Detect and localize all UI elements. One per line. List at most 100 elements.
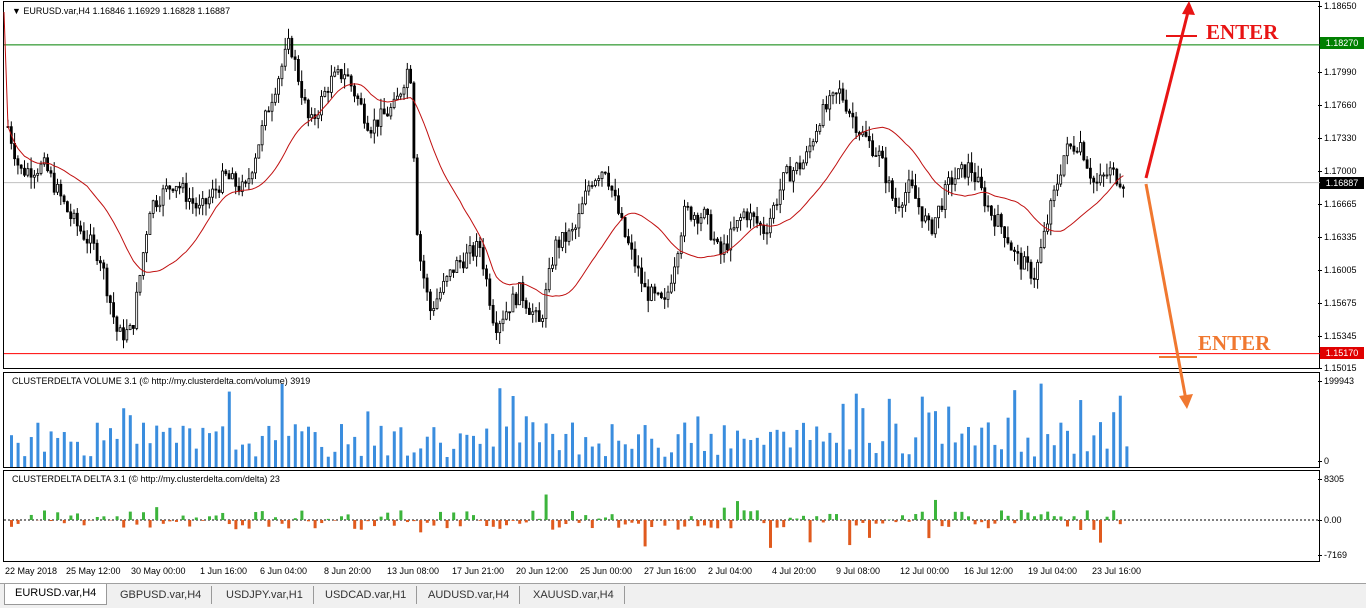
candle-body [1060,175,1062,184]
volume-bar [690,443,693,467]
candle-body [938,206,940,218]
candle-body [614,190,616,196]
delta-bar [353,520,356,529]
delta-bar [347,514,350,520]
tab-eurusd-h4[interactable]: EURUSD.var,H4 [4,584,107,605]
volume-bar [1020,452,1023,467]
delta-bar [63,520,66,523]
candle-body [264,111,266,126]
delta-bar [901,515,904,520]
volume-bar [1007,418,1010,467]
delta-bar [300,511,303,520]
volume-bar [472,436,475,467]
candle-body [1093,178,1095,182]
volume-bar [208,433,211,467]
candle-body [872,141,874,156]
candle-body [456,260,458,272]
delta-bar [921,512,924,520]
tab-audusd-h4[interactable]: AUDUSD.var,H4 [418,586,520,604]
candle-body [370,130,372,133]
candle-body [1027,257,1029,263]
volume-bar [23,456,26,467]
candle-body [1083,143,1085,160]
candle-body [373,120,375,133]
volume-bar [465,435,468,467]
delta-bar [1059,516,1062,520]
volume-bar [670,452,673,467]
candle-body [63,196,65,202]
candle-body [429,292,431,311]
candle-body [96,243,98,260]
tab-gbpusd-h4[interactable]: GBPUSD.var,H4 [110,586,212,604]
delta-bar [828,514,831,520]
delta-bar [815,516,818,520]
tab-usdcad-h1[interactable]: USDCAD.var,H1 [315,586,417,604]
volume-bar [116,439,119,467]
candle-body [667,292,669,299]
candle-body [486,269,488,279]
time-axis: 22 May 201825 May 12:0030 May 00:001 Jun… [0,563,1320,579]
candle-body [750,213,752,220]
candle-body [225,171,227,174]
delta-bar [525,520,528,522]
candle-body [552,265,554,268]
volume-bar [710,434,713,467]
candle-body [357,96,359,99]
volume-bar [347,444,350,467]
candle-body [156,201,158,207]
candle-body [304,97,306,100]
delta-bar [967,516,970,520]
candle-body [898,207,900,208]
volume-bar [386,455,389,467]
volume-bar [822,442,825,467]
candle-body [136,292,138,328]
candle-body [33,175,35,177]
candle-body [436,299,438,309]
candle-body [152,201,154,214]
candle-body [30,169,32,177]
candle-body [347,75,349,76]
candle-body [495,323,497,333]
candle-body [208,197,210,204]
delta-bar [76,513,79,520]
delta-bar [809,520,812,542]
volume-bar [842,404,845,467]
delta-bar [624,520,627,524]
volume-bar [677,434,680,467]
volume-bar [967,427,970,467]
volume-bar [987,422,990,467]
candle-body [142,253,144,276]
candle-body [179,186,181,188]
candle-body [1122,187,1124,188]
candle-body [396,96,398,99]
candle-body [796,163,798,171]
tab-xauusd-h4[interactable]: XAUUSD.var,H4 [523,586,625,604]
candle-body [637,266,639,268]
volume-bar [294,424,297,467]
candle-body [664,298,666,300]
candle-body [509,312,511,313]
candle-body [571,229,573,230]
tab-usdjpy-h1[interactable]: USDJPY.var,H1 [216,586,314,604]
volume-bar [254,456,257,467]
delta-bar [756,510,759,520]
candle-body [535,311,537,312]
candle-body [693,215,695,219]
candle-body [433,308,435,310]
candle-body [918,198,920,206]
candle-body [80,226,82,231]
delta-bar [769,520,772,548]
volume-bar [505,427,508,467]
price-scale[interactable]: 1.18650 1.17990 1.17660 1.17330 1.17000 … [1320,0,1366,565]
volume-bar [1125,446,1128,467]
candle-body [1043,231,1045,247]
volume-bar [934,411,937,467]
candle-body [284,49,286,66]
candle-body [40,164,42,173]
volume-bar [281,384,284,467]
volume-bar [333,452,336,467]
volume-bar [611,424,614,467]
volume-bar [56,438,59,467]
volume-bar [102,440,105,467]
candle-body [1063,156,1065,175]
